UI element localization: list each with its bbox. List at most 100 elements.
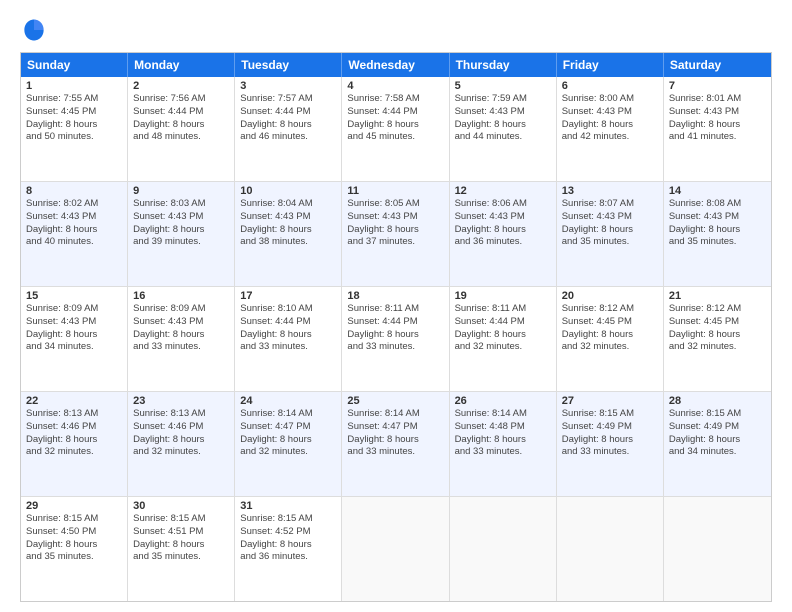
- calendar-cell: [664, 497, 771, 601]
- cell-info-line: Sunrise: 8:02 AM: [26, 198, 122, 211]
- calendar-row: 15Sunrise: 8:09 AMSunset: 4:43 PMDayligh…: [21, 287, 771, 392]
- cell-info-line: and 39 minutes.: [133, 236, 229, 249]
- cell-info-line: Sunrise: 8:14 AM: [347, 408, 443, 421]
- cell-info-line: Daylight: 8 hours: [455, 119, 551, 132]
- cell-info-line: Daylight: 8 hours: [26, 224, 122, 237]
- day-number: 25: [347, 395, 443, 407]
- day-number: 12: [455, 185, 551, 197]
- day-number: 21: [669, 290, 766, 302]
- day-number: 29: [26, 500, 122, 512]
- cell-info-line: and 34 minutes.: [669, 446, 766, 459]
- day-number: 20: [562, 290, 658, 302]
- cell-info-line: and 42 minutes.: [562, 131, 658, 144]
- cell-info-line: Daylight: 8 hours: [240, 329, 336, 342]
- cell-info-line: and 50 minutes.: [26, 131, 122, 144]
- cell-info-line: and 33 minutes.: [347, 446, 443, 459]
- cell-info-line: Daylight: 8 hours: [562, 434, 658, 447]
- cell-info-line: Sunrise: 8:15 AM: [26, 513, 122, 526]
- calendar-cell: 18Sunrise: 8:11 AMSunset: 4:44 PMDayligh…: [342, 287, 449, 391]
- day-number: 9: [133, 185, 229, 197]
- cell-info-line: Sunrise: 8:06 AM: [455, 198, 551, 211]
- cell-info-line: and 32 minutes.: [455, 341, 551, 354]
- cell-info-line: and 33 minutes.: [347, 341, 443, 354]
- day-number: 16: [133, 290, 229, 302]
- cell-info-line: Sunrise: 8:04 AM: [240, 198, 336, 211]
- cell-info-line: Sunrise: 8:03 AM: [133, 198, 229, 211]
- cell-info-line: Sunset: 4:44 PM: [455, 316, 551, 329]
- day-number: 2: [133, 80, 229, 92]
- calendar-row: 8Sunrise: 8:02 AMSunset: 4:43 PMDaylight…: [21, 182, 771, 287]
- cell-info-line: Sunset: 4:49 PM: [669, 421, 766, 434]
- cell-info-line: Sunset: 4:50 PM: [26, 526, 122, 539]
- calendar-header-cell: Tuesday: [235, 53, 342, 77]
- calendar-cell: 9Sunrise: 8:03 AMSunset: 4:43 PMDaylight…: [128, 182, 235, 286]
- day-number: 24: [240, 395, 336, 407]
- cell-info-line: Sunset: 4:49 PM: [562, 421, 658, 434]
- day-number: 18: [347, 290, 443, 302]
- calendar-cell: [557, 497, 664, 601]
- day-number: 17: [240, 290, 336, 302]
- day-number: 19: [455, 290, 551, 302]
- cell-info-line: and 35 minutes.: [669, 236, 766, 249]
- day-number: 13: [562, 185, 658, 197]
- cell-info-line: Sunset: 4:43 PM: [562, 106, 658, 119]
- cell-info-line: Daylight: 8 hours: [240, 539, 336, 552]
- calendar-cell: 25Sunrise: 8:14 AMSunset: 4:47 PMDayligh…: [342, 392, 449, 496]
- cell-info-line: Daylight: 8 hours: [562, 224, 658, 237]
- cell-info-line: Sunrise: 8:14 AM: [240, 408, 336, 421]
- cell-info-line: Daylight: 8 hours: [240, 119, 336, 132]
- calendar-cell: 19Sunrise: 8:11 AMSunset: 4:44 PMDayligh…: [450, 287, 557, 391]
- cell-info-line: Daylight: 8 hours: [562, 329, 658, 342]
- cell-info-line: Daylight: 8 hours: [455, 329, 551, 342]
- cell-info-line: and 33 minutes.: [240, 341, 336, 354]
- cell-info-line: Sunset: 4:43 PM: [455, 211, 551, 224]
- day-number: 8: [26, 185, 122, 197]
- cell-info-line: Sunrise: 8:11 AM: [347, 303, 443, 316]
- cell-info-line: Sunset: 4:45 PM: [669, 316, 766, 329]
- cell-info-line: Daylight: 8 hours: [26, 434, 122, 447]
- cell-info-line: Sunset: 4:47 PM: [347, 421, 443, 434]
- cell-info-line: Daylight: 8 hours: [133, 119, 229, 132]
- cell-info-line: Sunset: 4:43 PM: [669, 106, 766, 119]
- cell-info-line: Sunrise: 8:11 AM: [455, 303, 551, 316]
- cell-info-line: Daylight: 8 hours: [669, 119, 766, 132]
- cell-info-line: Sunset: 4:45 PM: [562, 316, 658, 329]
- cell-info-line: and 32 minutes.: [26, 446, 122, 459]
- day-number: 1: [26, 80, 122, 92]
- cell-info-line: Sunset: 4:44 PM: [347, 106, 443, 119]
- cell-info-line: Sunrise: 8:07 AM: [562, 198, 658, 211]
- cell-info-line: Sunset: 4:44 PM: [240, 316, 336, 329]
- cell-info-line: Daylight: 8 hours: [347, 224, 443, 237]
- cell-info-line: Daylight: 8 hours: [562, 119, 658, 132]
- cell-info-line: and 41 minutes.: [669, 131, 766, 144]
- calendar-body: 1Sunrise: 7:55 AMSunset: 4:45 PMDaylight…: [21, 77, 771, 601]
- calendar-cell: 11Sunrise: 8:05 AMSunset: 4:43 PMDayligh…: [342, 182, 449, 286]
- calendar-cell: 6Sunrise: 8:00 AMSunset: 4:43 PMDaylight…: [557, 77, 664, 181]
- cell-info-line: Daylight: 8 hours: [133, 539, 229, 552]
- calendar-header-cell: Thursday: [450, 53, 557, 77]
- calendar-cell: 16Sunrise: 8:09 AMSunset: 4:43 PMDayligh…: [128, 287, 235, 391]
- calendar-cell: 21Sunrise: 8:12 AMSunset: 4:45 PMDayligh…: [664, 287, 771, 391]
- cell-info-line: and 34 minutes.: [26, 341, 122, 354]
- calendar-header: SundayMondayTuesdayWednesdayThursdayFrid…: [21, 53, 771, 77]
- calendar-row: 29Sunrise: 8:15 AMSunset: 4:50 PMDayligh…: [21, 497, 771, 601]
- cell-info-line: Sunset: 4:51 PM: [133, 526, 229, 539]
- logo-icon: [20, 16, 48, 44]
- cell-info-line: Sunset: 4:43 PM: [562, 211, 658, 224]
- cell-info-line: Sunrise: 8:14 AM: [455, 408, 551, 421]
- cell-info-line: and 44 minutes.: [455, 131, 551, 144]
- calendar-cell: 22Sunrise: 8:13 AMSunset: 4:46 PMDayligh…: [21, 392, 128, 496]
- cell-info-line: Sunrise: 8:15 AM: [240, 513, 336, 526]
- cell-info-line: Sunrise: 8:15 AM: [133, 513, 229, 526]
- day-number: 10: [240, 185, 336, 197]
- cell-info-line: Sunrise: 8:10 AM: [240, 303, 336, 316]
- day-number: 28: [669, 395, 766, 407]
- cell-info-line: Daylight: 8 hours: [240, 224, 336, 237]
- calendar: SundayMondayTuesdayWednesdayThursdayFrid…: [20, 52, 772, 602]
- cell-info-line: and 33 minutes.: [133, 341, 229, 354]
- cell-info-line: Sunset: 4:43 PM: [240, 211, 336, 224]
- cell-info-line: Sunrise: 7:57 AM: [240, 93, 336, 106]
- cell-info-line: and 33 minutes.: [455, 446, 551, 459]
- calendar-cell: 10Sunrise: 8:04 AMSunset: 4:43 PMDayligh…: [235, 182, 342, 286]
- day-number: 22: [26, 395, 122, 407]
